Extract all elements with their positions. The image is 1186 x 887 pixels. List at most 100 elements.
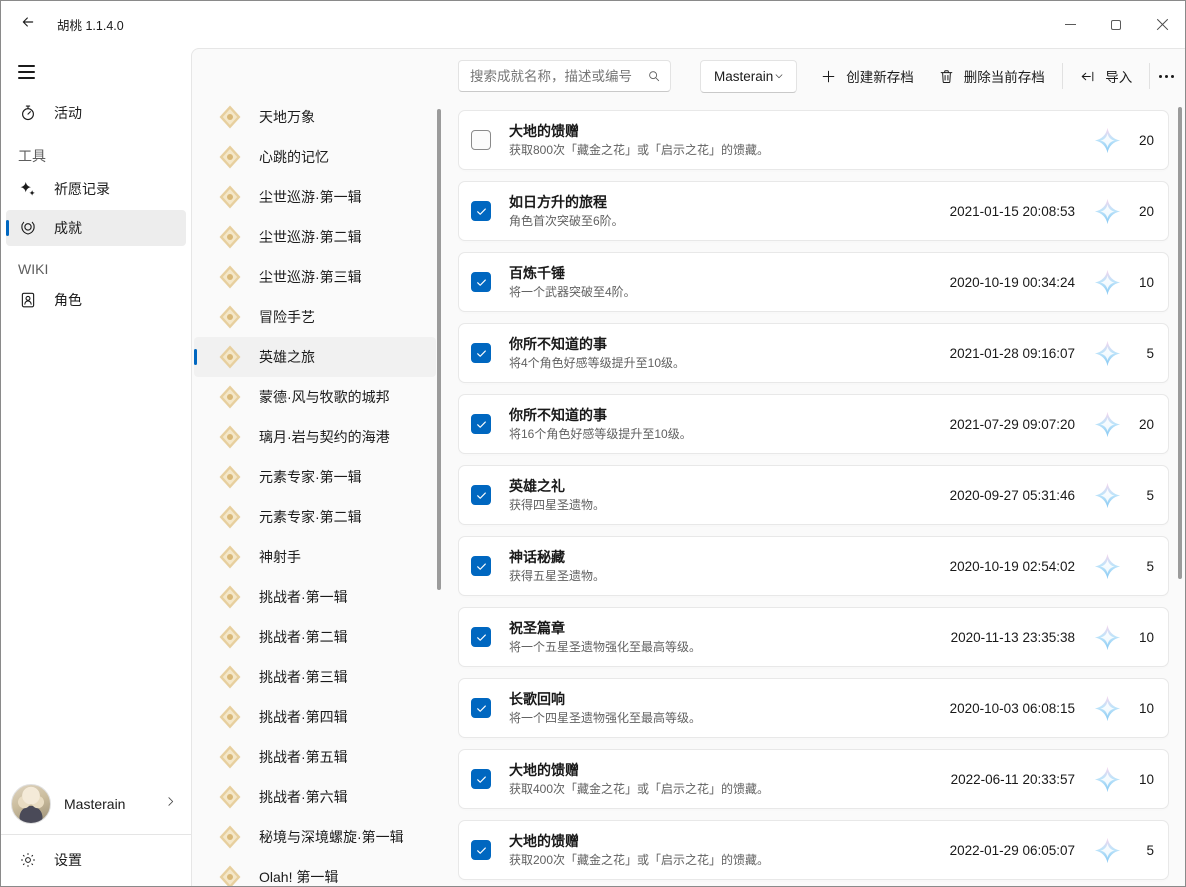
- sidebar-item-wish-record[interactable]: 祈愿记录: [6, 171, 186, 207]
- category-item[interactable]: 挑战者·第二辑: [194, 617, 436, 657]
- category-emblem-icon: [217, 624, 243, 650]
- sidebar-item-activity[interactable]: 活动: [6, 95, 186, 131]
- category-scrollbar[interactable]: [437, 109, 441, 590]
- achievement-checkbox[interactable]: [471, 556, 491, 576]
- achievement-text: 你所不知道的事 将4个角色好感等级提升至10级。: [509, 335, 950, 371]
- achievement-card[interactable]: 大地的馈赠 获取800次「藏金之花」或「启示之花」的馈藏。 20: [458, 110, 1169, 170]
- achievement-checkbox[interactable]: [471, 343, 491, 363]
- category-item[interactable]: 挑战者·第四辑: [194, 697, 436, 737]
- achievement-card[interactable]: 英雄之礼 获得四星圣遗物。 2020-09-27 05:31:46 5: [458, 465, 1169, 525]
- category-emblem-icon: [217, 864, 243, 886]
- achievement-card[interactable]: 大地的馈赠 获取400次「藏金之花」或「启示之花」的馈藏。 2022-06-11…: [458, 749, 1169, 809]
- achievement-card[interactable]: 祝圣篇章 将一个五星圣遗物强化至最高等级。 2020-11-13 23:35:3…: [458, 607, 1169, 667]
- delete-archive-button[interactable]: 删除当前存档: [930, 59, 1053, 93]
- minimize-button[interactable]: [1047, 1, 1093, 48]
- category-item[interactable]: 元素专家·第二辑: [194, 497, 436, 537]
- window-controls: [1047, 1, 1185, 48]
- achievement-checkbox[interactable]: [471, 414, 491, 434]
- achievement-text: 如日方升的旅程 角色首次突破至6阶。: [509, 193, 950, 229]
- achievement-checkbox[interactable]: [471, 840, 491, 860]
- achievement-card[interactable]: 神话秘藏 获得五星圣遗物。 2020-10-19 02:54:02 5: [458, 536, 1169, 596]
- category-emblem-icon: [217, 104, 243, 130]
- category-item[interactable]: 心跳的记忆: [194, 137, 436, 177]
- category-label: 心跳的记忆: [259, 147, 329, 167]
- create-archive-label: 创建新存档: [846, 66, 914, 86]
- sidebar-bottom: Masterain 设置: [1, 778, 191, 886]
- achievement-text: 你所不知道的事 将16个角色好感等级提升至10级。: [509, 406, 950, 442]
- achievement-card[interactable]: 百炼千锤 将一个武器突破至4阶。 2020-10-19 00:34:24 10: [458, 252, 1169, 312]
- wish-record-icon: [18, 180, 37, 199]
- create-archive-button[interactable]: 创建新存档: [812, 59, 922, 93]
- back-button[interactable]: [9, 8, 47, 42]
- category-label: 挑战者·第六辑: [259, 787, 348, 807]
- category-label: 元素专家·第二辑: [259, 507, 362, 527]
- chevron-down-icon: [773, 70, 785, 82]
- achievement-text: 祝圣篇章 将一个五星圣遗物强化至最高等级。: [509, 619, 951, 655]
- category-item[interactable]: 元素专家·第一辑: [194, 457, 436, 497]
- check-icon: [475, 489, 488, 502]
- check-icon: [475, 702, 488, 715]
- app-title: 胡桃 1.1.4.0: [57, 15, 124, 34]
- more-options-button[interactable]: [1159, 59, 1175, 93]
- main-scrollbar[interactable]: [1178, 107, 1182, 579]
- category-item[interactable]: 尘世巡游·第一辑: [194, 177, 436, 217]
- category-item[interactable]: 秘境与深境螺旋·第一辑: [194, 817, 436, 857]
- archive-selected-value: Masterain: [714, 69, 773, 84]
- category-emblem-icon: [217, 664, 243, 690]
- close-button[interactable]: [1139, 1, 1185, 48]
- achievement-text: 大地的馈赠 获取200次「藏金之花」或「启示之花」的馈藏。: [509, 832, 950, 868]
- achievement-card[interactable]: 长歌回响 将一个四星圣遗物强化至最高等级。 2020-10-03 06:08:1…: [458, 678, 1169, 738]
- sidebar-item-achievement[interactable]: 成就: [6, 210, 186, 246]
- category-item[interactable]: 挑战者·第五辑: [194, 737, 436, 777]
- achievement-list: 大地的馈赠 获取800次「藏金之花」或「启示之花」的馈藏。 20 如日方升的旅程…: [458, 110, 1169, 886]
- user-name: Masterain: [64, 796, 125, 812]
- sidebar-item-character[interactable]: 角色: [6, 282, 186, 318]
- achievement-completed-time: 2020-10-03 06:08:15: [950, 701, 1075, 716]
- primogem-icon: [1094, 198, 1121, 225]
- achievement-completed-time: 2020-10-19 00:34:24: [950, 275, 1075, 290]
- category-item[interactable]: Olah! 第一辑: [194, 857, 436, 886]
- achievement-card[interactable]: 你所不知道的事 将16个角色好感等级提升至10级。 2021-07-29 09:…: [458, 394, 1169, 454]
- category-item[interactable]: 璃月·岩与契约的海港: [194, 417, 436, 457]
- category-item[interactable]: 挑战者·第一辑: [194, 577, 436, 617]
- archive-selector-dropdown[interactable]: Masterain: [700, 60, 797, 93]
- search-input[interactable]: [470, 69, 647, 84]
- achievement-checkbox[interactable]: [471, 130, 491, 150]
- achievement-checkbox[interactable]: [471, 485, 491, 505]
- category-item[interactable]: 天地万象: [194, 97, 436, 137]
- category-item[interactable]: 尘世巡游·第二辑: [194, 217, 436, 257]
- achievement-title: 大地的馈赠: [509, 122, 1075, 140]
- category-item[interactable]: 英雄之旅: [194, 337, 436, 377]
- maximize-button[interactable]: [1093, 1, 1139, 48]
- category-emblem-icon: [217, 424, 243, 450]
- category-item[interactable]: 冒险手艺: [194, 297, 436, 337]
- category-label: 秘境与深境螺旋·第一辑: [259, 827, 404, 847]
- category-item[interactable]: 蒙德·风与牧歌的城邦: [194, 377, 436, 417]
- achievement-checkbox[interactable]: [471, 627, 491, 647]
- achievement-card[interactable]: 大地的馈赠 获取200次「藏金之花」或「启示之花」的馈藏。 2022-01-29…: [458, 820, 1169, 880]
- category-label: 挑战者·第二辑: [259, 627, 348, 647]
- achievement-description: 获得五星圣遗物。: [509, 569, 950, 584]
- toolbar: Masterain 创建新存档 删除当前存档 导入: [458, 55, 1175, 97]
- achievement-reward-count: 5: [1130, 488, 1154, 503]
- achievement-card[interactable]: 如日方升的旅程 角色首次突破至6阶。 2021-01-15 20:08:53 2…: [458, 181, 1169, 241]
- achievement-checkbox[interactable]: [471, 769, 491, 789]
- category-item[interactable]: 挑战者·第六辑: [194, 777, 436, 817]
- category-item[interactable]: 尘世巡游·第三辑: [194, 257, 436, 297]
- category-emblem-icon: [217, 144, 243, 170]
- achievement-checkbox[interactable]: [471, 272, 491, 292]
- achievement-description: 获取400次「藏金之花」或「启示之花」的馈藏。: [509, 782, 951, 797]
- achievement-title: 大地的馈赠: [509, 761, 951, 779]
- achievement-title: 神话秘藏: [509, 548, 950, 566]
- sidebar-item-settings[interactable]: 设置: [6, 840, 186, 880]
- check-icon: [475, 205, 488, 218]
- achievement-card[interactable]: 你所不知道的事 将4个角色好感等级提升至10级。 2021-01-28 09:1…: [458, 323, 1169, 383]
- category-item[interactable]: 神射手: [194, 537, 436, 577]
- achievement-checkbox[interactable]: [471, 201, 491, 221]
- import-button[interactable]: 导入: [1071, 59, 1140, 93]
- user-card[interactable]: Masterain: [1, 778, 191, 830]
- category-item[interactable]: 挑战者·第三辑: [194, 657, 436, 697]
- achievement-title: 你所不知道的事: [509, 335, 950, 353]
- achievement-checkbox[interactable]: [471, 698, 491, 718]
- hamburger-menu-button[interactable]: [11, 55, 49, 89]
